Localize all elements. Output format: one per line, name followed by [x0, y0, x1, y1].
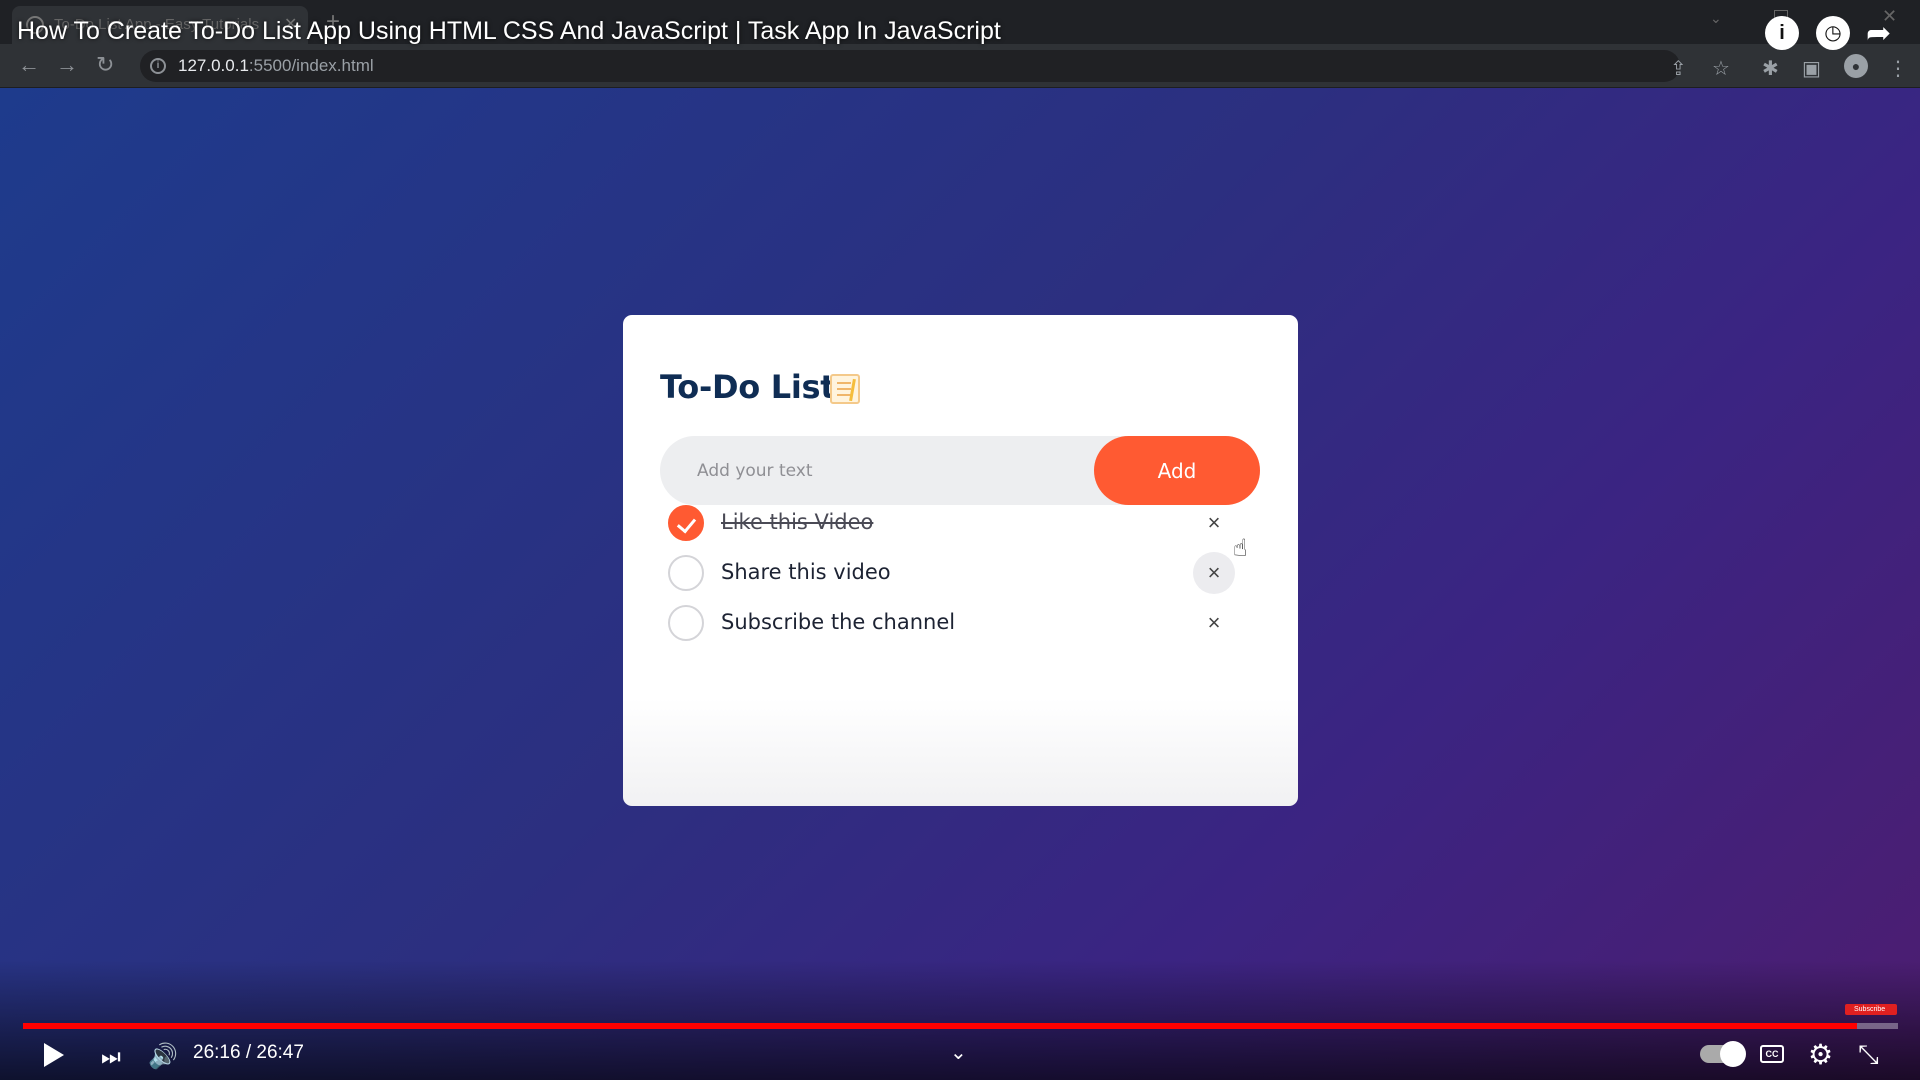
input-row: Add [660, 436, 1260, 505]
todo-card: To-Do List Add Like this Video × Share t… [623, 315, 1298, 806]
delete-icon[interactable]: × [1193, 502, 1235, 544]
subscribe-watermark[interactable]: Subscribe [1845, 1004, 1897, 1015]
task-input[interactable] [660, 436, 1090, 505]
menu-icon[interactable]: ⋮ [1888, 56, 1908, 81]
exit-fullscreen-icon[interactable]: ⤡ [1858, 1039, 1879, 1071]
extensions-icon[interactable]: ✱ [1762, 56, 1779, 81]
url-text[interactable]: 127.0.0.1:5500/index.html [178, 56, 374, 76]
todo-label: Like this Video [721, 510, 874, 534]
chevron-down-icon[interactable]: ⌄ [950, 1040, 967, 1065]
notepad-icon [830, 374, 860, 404]
progress-played [23, 1023, 1857, 1029]
star-icon[interactable]: ☆ [1712, 56, 1730, 81]
app-title: To-Do List [660, 368, 836, 406]
site-info-icon[interactable]: i [150, 58, 166, 74]
unchecked-circle-icon[interactable] [668, 555, 704, 591]
play-icon[interactable] [44, 1043, 64, 1067]
video-viewport: To-Do List App - Easy Tutorials ✕ + ⌄ ✕ … [0, 0, 1920, 1080]
reload-icon[interactable]: ↻ [96, 52, 114, 78]
checked-circle-icon[interactable] [668, 505, 704, 541]
add-button[interactable]: Add [1094, 436, 1260, 505]
todo-item[interactable]: Subscribe the channel × [668, 601, 1238, 645]
gear-icon[interactable]: ⚙ [1808, 1038, 1833, 1071]
next-icon[interactable]: ⏭ [101, 1044, 121, 1070]
video-title[interactable]: How To Create To-Do List App Using HTML … [17, 17, 1001, 46]
todo-item[interactable]: Like this Video × [668, 501, 1238, 545]
info-icon[interactable]: i [1765, 16, 1799, 50]
unchecked-circle-icon[interactable] [668, 605, 704, 641]
watch-later-icon[interactable]: ◷ [1816, 16, 1850, 50]
hand-cursor-icon: ☝ [1233, 535, 1248, 562]
volume-icon[interactable]: 🔊 [148, 1042, 178, 1071]
progress-bar[interactable] [23, 1023, 1898, 1029]
todo-item[interactable]: Share this video × [668, 551, 1238, 595]
profile-icon[interactable]: ● [1844, 54, 1868, 78]
share-page-icon[interactable]: ⇪ [1670, 56, 1687, 81]
delete-icon[interactable]: × [1193, 602, 1235, 644]
todo-label: Share this video [721, 560, 891, 584]
sidebar-icon[interactable]: ▣ [1802, 56, 1821, 81]
share-icon[interactable]: ➦ [1866, 16, 1891, 51]
forward-icon[interactable]: → [56, 52, 78, 78]
page-background: To-Do List Add Like this Video × Share t… [0, 88, 1920, 1080]
delete-icon[interactable]: × [1193, 552, 1235, 594]
cc-icon[interactable]: CC [1760, 1045, 1784, 1063]
tab-search-icon[interactable]: ⌄ [1710, 10, 1722, 27]
time-display: 26:16 / 26:47 [193, 1042, 304, 1063]
autoplay-toggle[interactable] [1700, 1041, 1746, 1067]
back-icon[interactable]: ← [18, 52, 40, 78]
todo-label: Subscribe the channel [721, 610, 956, 634]
